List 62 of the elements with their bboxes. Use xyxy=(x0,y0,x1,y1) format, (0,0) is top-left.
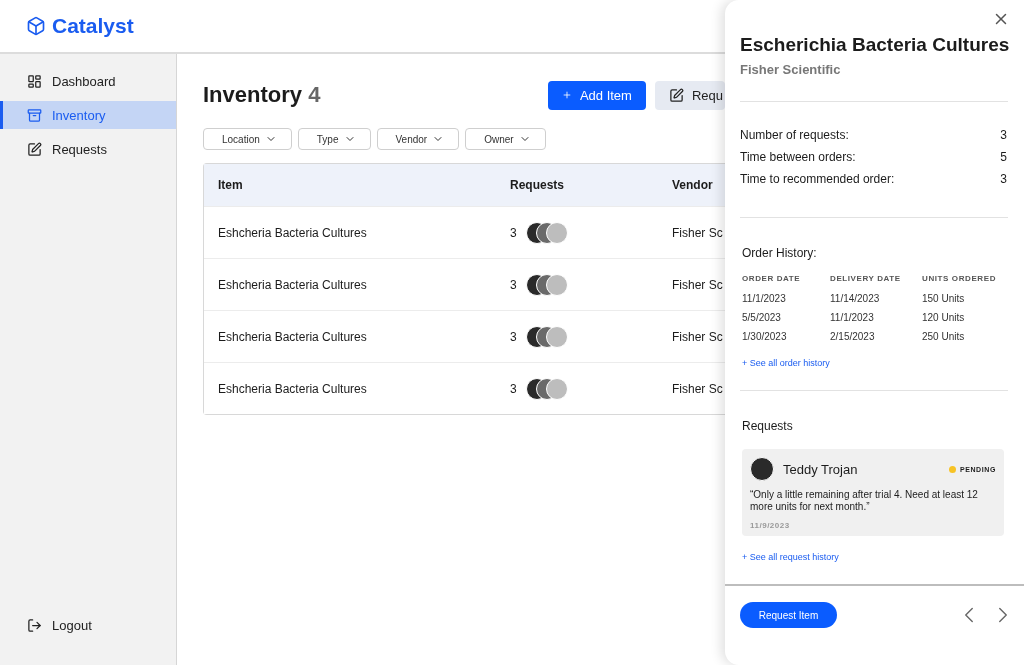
table-cell-text: 5/5/2023 xyxy=(742,312,782,323)
table-cell-text: Fisher Sc xyxy=(672,329,724,344)
stat-label: Number of requests: xyxy=(740,128,849,142)
page-title: Inventory 4 xyxy=(203,82,321,108)
table-cell-text: 2/15/2023 xyxy=(830,331,876,342)
column-header: Item xyxy=(218,178,244,192)
table-cell-text: Fisher Sc xyxy=(672,381,724,396)
table-cell-text: 11/14/2023 xyxy=(830,293,881,304)
request-button[interactable]: Requ xyxy=(654,80,725,110)
table-cell-text: 11/1/2023 xyxy=(830,312,875,323)
avatar xyxy=(750,457,774,481)
table-cell-text: Eshcheria Bacteria Cultures xyxy=(218,381,368,396)
filter-dropdown[interactable]: Type xyxy=(297,128,371,150)
logout-item[interactable]: Logout xyxy=(0,611,176,639)
order-history-link[interactable]: + See all order history xyxy=(742,358,830,368)
dashboard-icon xyxy=(27,73,42,89)
column-header: UNITS ORDERED xyxy=(922,274,998,283)
table-cell-text: Eshcheria Bacteria Cultures xyxy=(218,225,368,240)
stat-label: Time between orders: xyxy=(740,150,856,164)
sidebar-item[interactable]: Dashboard xyxy=(0,67,176,95)
table-cell-text: 150 Units xyxy=(922,293,966,304)
stat-label: Time to recommended order: xyxy=(740,172,895,186)
logo-icon xyxy=(26,16,46,36)
edit-icon xyxy=(27,141,42,157)
column-header: Requests xyxy=(510,178,566,192)
edit-icon xyxy=(668,87,684,103)
table-cell-text: Eshcheria Bacteria Cultures xyxy=(218,277,368,292)
column-header: DELIVERY DATE xyxy=(830,274,902,283)
table-cell-text: Fisher Sc xyxy=(672,225,724,240)
column-header: Vendor xyxy=(672,178,714,192)
brand-name: Catalyst xyxy=(52,14,134,38)
table-cell-text: 120 Units xyxy=(922,312,966,323)
sidebar-item[interactable]: Inventory xyxy=(0,101,176,129)
filter-dropdown[interactable]: Owner xyxy=(465,128,546,150)
request-history-link[interactable]: + See all request history xyxy=(742,552,839,562)
stat-value: 5 xyxy=(1000,150,1007,164)
table-cell-text: Eshcheria Bacteria Cultures xyxy=(218,329,368,344)
table-cell-text: 250 Units xyxy=(922,331,966,342)
table-cell: 3 xyxy=(510,225,517,240)
drawer-title: Escherichia Bacteria Cultures xyxy=(740,34,1011,56)
stat-value: 3 xyxy=(1000,172,1007,186)
requester-name: Teddy Trojan xyxy=(783,461,859,477)
table-cell: 3 xyxy=(510,381,517,396)
stat-value: 3 xyxy=(1000,128,1007,142)
request-note: “Only a little remaining after trial 4. Need at least 12 more units for next month.” xyxy=(750,489,979,513)
vendor-subtitle: Fisher Scientific xyxy=(740,62,842,77)
sidebar-item[interactable]: Requests xyxy=(0,135,176,163)
filter-dropdown[interactable]: Location xyxy=(203,128,292,150)
column-header: ORDER DATE xyxy=(742,274,802,283)
logout-icon xyxy=(27,617,42,633)
table-cell-text: Fisher Sc xyxy=(672,277,724,292)
request-date: 11/9/2023 xyxy=(750,521,791,530)
table-cell-text: 11/1/2023 xyxy=(742,293,787,304)
table-cell: 3 xyxy=(510,277,517,292)
table-cell-text: 1/30/2023 xyxy=(742,331,788,342)
table-cell: 3 xyxy=(510,329,517,344)
add-item-button[interactable]: Add Item xyxy=(547,80,646,110)
section-title: Requests xyxy=(742,419,794,433)
archive-icon xyxy=(27,107,42,123)
request-item-button[interactable]: Request Item xyxy=(740,602,837,628)
section-title: Order History: xyxy=(742,246,818,260)
filter-dropdown[interactable]: Vendor xyxy=(376,128,460,150)
